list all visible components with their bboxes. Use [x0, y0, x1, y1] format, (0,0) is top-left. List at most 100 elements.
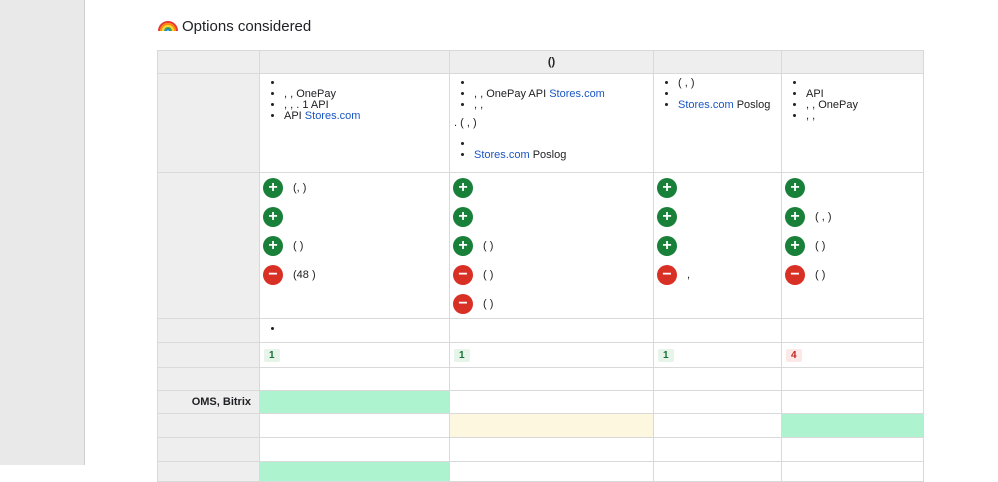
pro-item: + ( ) [260, 231, 449, 260]
list-item: , , [474, 100, 653, 111]
score-row: 1 1 1 4 [157, 342, 924, 368]
pro-item: + ( ) [782, 231, 923, 260]
list-item: API Stores.com [284, 111, 449, 122]
section-heading: Options considered [158, 14, 311, 38]
table-cell [781, 318, 924, 343]
row-label [157, 172, 260, 319]
table-row [157, 413, 924, 438]
pros-cons-text: ( ) [293, 239, 304, 252]
table-header-row: () [157, 50, 924, 74]
description-cell: API, , OnePay, , [781, 73, 924, 173]
table-cell: 1 [449, 342, 654, 368]
minus-circle-icon: − [657, 264, 677, 285]
table-cell [781, 390, 924, 414]
row-label-oms: OMS, Bitrix [157, 390, 260, 414]
pro-item: + [654, 173, 781, 202]
plus-circle-icon: + [453, 206, 473, 227]
minus-circle-icon: − [453, 293, 473, 314]
rainbow-icon [158, 14, 178, 38]
pro-item: + [450, 173, 653, 202]
minus-circle-icon: − [453, 264, 473, 285]
list-item: , , [806, 111, 923, 122]
table-cell [259, 413, 450, 438]
score-badge: 1 [454, 349, 470, 362]
plus-circle-icon: + [785, 177, 805, 198]
pros-cons-text: (48 ) [293, 268, 316, 281]
table-cell: 1 [653, 342, 782, 368]
con-item: −, [654, 260, 781, 289]
list-item: ( , ) [678, 78, 781, 89]
description-paragraph: . ( , ) [454, 117, 477, 129]
list-item [284, 324, 449, 335]
pros-cons-text: (, ) [293, 181, 307, 194]
row-label [157, 342, 260, 368]
pros-cons-text: ( ) [483, 239, 494, 252]
notes-row [157, 318, 924, 343]
table-cell [653, 318, 782, 343]
list-item: Stores.com Poslog [474, 150, 653, 161]
pros-cons-text: ( ) [483, 297, 494, 310]
description-row: , , OnePay, , . 1 APIAPI Stores.com , , … [157, 73, 924, 173]
con-item: − ( ) [782, 260, 923, 289]
stores-link[interactable]: Stores.com [305, 110, 361, 122]
table-cell [449, 367, 654, 391]
table-cell [259, 390, 450, 414]
pro-item: + (, ) [260, 173, 449, 202]
table-cell [449, 390, 654, 414]
header-cell [259, 50, 450, 74]
plus-circle-icon: + [263, 235, 283, 256]
table-cell [653, 413, 782, 438]
list-item: , , OnePay [806, 100, 923, 111]
description-cell: ( , ) Stores.com Poslog [653, 73, 782, 173]
list-item: Stores.com Poslog [678, 100, 781, 111]
plus-circle-icon: + [657, 206, 677, 227]
con-item: − (48 ) [260, 260, 449, 289]
table-cell [259, 367, 450, 391]
pros-cons-cell: + (, ) + + ( ) − (48 ) [259, 172, 450, 319]
table-cell [781, 367, 924, 391]
table-row [157, 437, 924, 462]
table-cell [259, 318, 450, 343]
pros-cons-cell: + + ( , ) + ( ) − ( ) [781, 172, 924, 319]
pros-cons-text: ( ) [483, 268, 494, 281]
table-cell [653, 437, 782, 462]
table-cell [781, 413, 924, 438]
pros-cons-text: ( , ) [815, 210, 832, 223]
header-cell [653, 50, 782, 74]
header-cell [781, 50, 924, 74]
plus-circle-icon: + [453, 177, 473, 198]
table-cell: 1 [259, 342, 450, 368]
description-cell: , , OnePay API Stores.com, , . ( , ) Sto… [449, 73, 654, 173]
table-cell [449, 437, 654, 462]
row-label [157, 367, 260, 391]
row-label [157, 413, 260, 438]
pros-cons-text: ( ) [815, 268, 826, 281]
left-margin-strip [0, 0, 85, 465]
minus-circle-icon: − [785, 264, 805, 285]
score-badge: 1 [658, 349, 674, 362]
header-cell [157, 50, 260, 74]
section-title: Options considered [182, 17, 312, 35]
description-cell: , , OnePay, , . 1 APIAPI Stores.com [259, 73, 450, 173]
row-label [157, 73, 260, 173]
table-row [157, 367, 924, 391]
plus-circle-icon: + [453, 235, 473, 256]
plus-circle-icon: + [263, 177, 283, 198]
plus-circle-icon: + [263, 206, 283, 227]
plus-circle-icon: + [785, 235, 805, 256]
header-cell: () [449, 50, 654, 74]
table-cell [449, 318, 654, 343]
con-item: −( ) [450, 289, 653, 318]
stores-link[interactable]: Stores.com [549, 88, 605, 100]
score-badge: 1 [264, 349, 280, 362]
minus-circle-icon: − [263, 264, 283, 285]
pros-cons-cell: + + + −, [653, 172, 782, 319]
list-item: , , OnePay API Stores.com [474, 89, 653, 100]
pro-item: + [654, 231, 781, 260]
pros-cons-text: ( ) [815, 239, 826, 252]
con-item: −( ) [450, 260, 653, 289]
stores-link[interactable]: Stores.com [678, 99, 734, 111]
stores-link[interactable]: Stores.com [474, 149, 530, 161]
table-cell: 4 [781, 342, 924, 368]
pros-cons-row: + (, ) + + ( ) − (48 ) + + + ( ) −( ) −( ) + + + −, … [157, 172, 924, 319]
